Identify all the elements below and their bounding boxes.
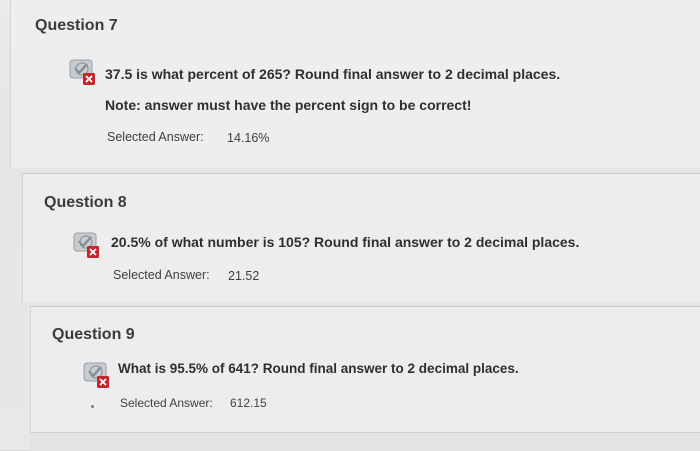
question-block-7: Question 7 37.5 is what percent of 265? … bbox=[10, 0, 700, 168]
selected-answer-value: 612.15 bbox=[230, 396, 267, 410]
selected-answer-label: Selected Answer: bbox=[120, 396, 213, 410]
incorrect-icon bbox=[69, 59, 95, 85]
next-question-strip bbox=[30, 432, 700, 451]
selected-answer-label: Selected Answer: bbox=[107, 130, 204, 144]
question-block-9: Question 9 What is 95.5% of 641? Round f… bbox=[30, 306, 700, 433]
question-title: Question 8 bbox=[44, 194, 127, 211]
incorrect-icon bbox=[83, 362, 109, 388]
quiz-results-page: Question 7 37.5 is what percent of 265? … bbox=[0, 0, 700, 451]
incorrect-icon bbox=[73, 232, 99, 258]
selected-answer-value: 21.52 bbox=[228, 269, 260, 283]
question-title: Question 9 bbox=[52, 326, 135, 343]
question-note: Note: answer must have the percent sign … bbox=[105, 97, 472, 113]
selected-answer-value: 14.16% bbox=[227, 131, 270, 145]
question-block-8: Question 8 20.5% of what number is 105? … bbox=[22, 173, 700, 302]
selected-answer-label: Selected Answer: bbox=[113, 268, 210, 282]
question-text: 20.5% of what number is 105? Round final… bbox=[111, 234, 580, 250]
question-title: Question 7 bbox=[35, 17, 118, 34]
bullet-dot bbox=[91, 405, 94, 408]
question-text: 37.5 is what percent of 265? Round final… bbox=[105, 66, 561, 82]
question-text: What is 95.5% of 641? Round final answer… bbox=[118, 361, 519, 376]
